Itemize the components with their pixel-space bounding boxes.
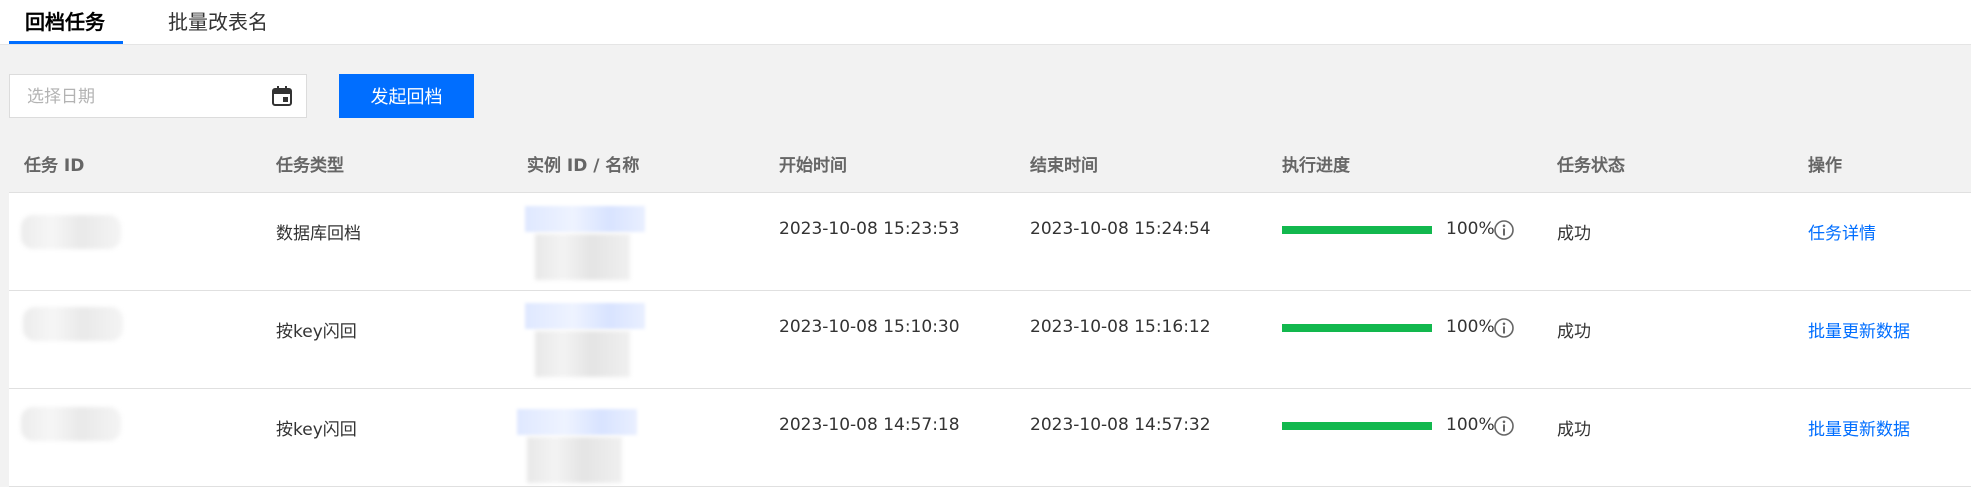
- column-header-task-type: 任务类型: [276, 156, 344, 176]
- action-link[interactable]: 任务详情: [1808, 219, 1876, 244]
- start-time: 2023-10-08 14:57:18: [779, 415, 960, 435]
- date-input[interactable]: [25, 84, 259, 110]
- end-time: 2023-10-08 15:24:54: [1030, 219, 1211, 239]
- task-type: 按key闪回: [276, 322, 357, 342]
- column-header-task-id: 任务 ID: [24, 156, 85, 176]
- progress-percent: 100%: [1446, 317, 1495, 337]
- progress-fill: [1282, 422, 1432, 430]
- progress-fill: [1282, 226, 1432, 234]
- column-header-actions: 操作: [1808, 156, 1842, 176]
- status-text: 成功: [1557, 322, 1591, 342]
- redacted-task-id: [23, 307, 123, 341]
- status-text: 成功: [1557, 420, 1591, 440]
- column-header-instance: 实例 ID / 名称: [527, 156, 640, 176]
- calendar-icon[interactable]: [271, 85, 293, 107]
- redacted-task-id: [21, 407, 121, 441]
- action-link[interactable]: 批量更新数据: [1808, 415, 1910, 440]
- action-link[interactable]: 批量更新数据: [1808, 317, 1910, 342]
- progress-bar: [1282, 422, 1432, 430]
- redacted-task-id: [21, 215, 121, 249]
- info-icon[interactable]: [1493, 219, 1515, 241]
- tab-batch-rename[interactable]: 批量改表名: [168, 8, 268, 44]
- column-header-status: 任务状态: [1557, 156, 1625, 176]
- start-rollback-button[interactable]: 发起回档: [339, 74, 474, 118]
- end-time: 2023-10-08 15:16:12: [1030, 317, 1211, 337]
- info-icon[interactable]: [1493, 317, 1515, 339]
- table-row: 按key闪回 2023-10-08 15:10:30 2023-10-08 15…: [9, 291, 1971, 389]
- task-table: 任务 ID 任务类型 实例 ID / 名称 开始时间 结束时间 执行进度 任务状…: [9, 134, 1971, 487]
- start-time: 2023-10-08 15:10:30: [779, 317, 960, 337]
- active-tab-indicator: [9, 41, 123, 44]
- end-time: 2023-10-08 14:57:32: [1030, 415, 1211, 435]
- status-text: 成功: [1557, 224, 1591, 244]
- tab-bar: 回档任务 批量改表名: [0, 0, 1971, 45]
- progress-percent: 100%: [1446, 415, 1495, 435]
- progress-bar: [1282, 226, 1432, 234]
- column-header-start-time: 开始时间: [779, 156, 847, 176]
- redacted-instance[interactable]: [525, 206, 645, 282]
- info-icon[interactable]: [1493, 415, 1515, 437]
- progress-bar: [1282, 324, 1432, 332]
- progress-percent: 100%: [1446, 219, 1495, 239]
- table-row: 按key闪回 2023-10-08 14:57:18 2023-10-08 14…: [9, 389, 1971, 487]
- redacted-instance[interactable]: [525, 303, 645, 379]
- date-picker[interactable]: [9, 74, 307, 118]
- start-time: 2023-10-08 15:23:53: [779, 219, 960, 239]
- progress-fill: [1282, 324, 1432, 332]
- column-header-end-time: 结束时间: [1030, 156, 1098, 176]
- column-header-progress: 执行进度: [1282, 156, 1350, 176]
- table-row: 数据库回档 2023-10-08 15:23:53 2023-10-08 15:…: [9, 193, 1971, 291]
- tab-rollback-tasks[interactable]: 回档任务: [25, 8, 105, 44]
- task-type: 数据库回档: [276, 224, 361, 244]
- task-type: 按key闪回: [276, 420, 357, 440]
- table-header: 任务 ID 任务类型 实例 ID / 名称 开始时间 结束时间 执行进度 任务状…: [9, 134, 1971, 193]
- redacted-instance[interactable]: [517, 409, 637, 485]
